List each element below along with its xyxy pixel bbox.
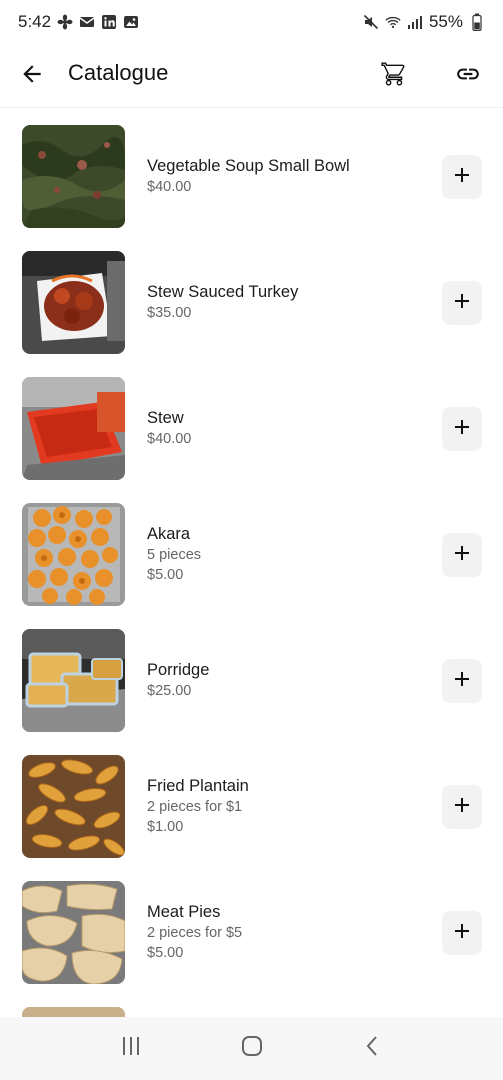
item-text: Stew $40.00 [147, 361, 417, 487]
nav-back-button[interactable] [353, 1029, 393, 1069]
item-name: Porridge [147, 661, 210, 679]
list-item[interactable]: Vegetable Soup Small Bowl $40.00 [0, 109, 503, 235]
item-thumbnail [22, 755, 125, 858]
item-name: Meat Pies [147, 903, 221, 921]
item-description: 2 pieces for $1 [147, 799, 243, 815]
plus-icon [453, 796, 471, 819]
list-item[interactable]: Akara 5 pieces $5.00 [0, 487, 503, 613]
signal-icon [407, 14, 423, 30]
item-name: Akara [147, 525, 191, 543]
catalogue-list[interactable]: Vegetable Soup Small Bowl $40.00 Stew Sa… [0, 109, 503, 1017]
mute-icon [363, 14, 379, 30]
item-description: 5 pieces [147, 547, 202, 563]
item-text: Meat Pies 2 pieces for $5 $5.00 [147, 865, 417, 991]
item-text: Vegetable Soup Small Bowl $40.00 [147, 109, 417, 235]
share-link-button[interactable] [450, 58, 486, 94]
item-price: $40.00 [147, 179, 192, 195]
item-price: $40.00 [147, 431, 192, 447]
status-left: 5:42 [18, 12, 139, 32]
item-name: Fried Plantain [147, 777, 249, 795]
mail-icon [79, 14, 95, 30]
wifi-icon [385, 14, 401, 30]
add-item-button[interactable] [442, 911, 482, 955]
plus-icon [453, 166, 471, 189]
system-nav-bar [0, 1017, 503, 1080]
status-time: 5:42 [18, 12, 52, 31]
list-item[interactable]: Stew $40.00 [0, 361, 503, 487]
list-item[interactable] [0, 991, 503, 1017]
app-bar: Catalogue [0, 44, 503, 108]
item-thumbnail [22, 125, 125, 228]
add-item-button[interactable] [442, 155, 482, 199]
add-item-button[interactable] [442, 659, 482, 703]
cart-button[interactable] [376, 58, 412, 94]
add-item-button[interactable] [442, 407, 482, 451]
status-bar: 5:42 55% [0, 0, 503, 44]
item-text: Stew Sauced Turkey $35.00 [147, 235, 417, 361]
item-thumbnail [22, 251, 125, 354]
add-item-button[interactable] [442, 533, 482, 577]
recent-apps-icon [119, 1034, 143, 1063]
item-thumbnail [22, 1007, 125, 1017]
battery-icon [469, 13, 485, 31]
item-thumbnail [22, 881, 125, 984]
add-item-button[interactable] [442, 785, 482, 829]
link-icon [455, 61, 481, 92]
plus-icon [453, 292, 471, 315]
recent-apps-button[interactable] [111, 1029, 151, 1069]
plus-icon [453, 670, 471, 693]
back-button[interactable] [14, 58, 50, 94]
list-item[interactable]: Meat Pies 2 pieces for $5 $5.00 [0, 865, 503, 991]
item-name: Stew Sauced Turkey [147, 283, 299, 301]
fan-icon [57, 14, 73, 30]
item-name: Vegetable Soup Small Bowl [147, 157, 350, 175]
item-thumbnail [22, 629, 125, 732]
status-battery-text: 55% [428, 12, 463, 31]
list-item[interactable]: Fried Plantain 2 pieces for $1 $1.00 [0, 739, 503, 865]
gallery-icon [123, 14, 139, 30]
item-price: $1.00 [147, 819, 184, 835]
item-price: $5.00 [147, 945, 184, 961]
plus-icon [453, 418, 471, 441]
item-text: Porridge $25.00 [147, 613, 417, 739]
back-arrow-icon [19, 61, 45, 92]
plus-icon [453, 544, 471, 567]
item-thumbnail [22, 377, 125, 480]
home-icon [240, 1034, 264, 1063]
item-text: Akara 5 pieces $5.00 [147, 487, 417, 613]
item-text: Fried Plantain 2 pieces for $1 $1.00 [147, 739, 417, 865]
list-item[interactable]: Porridge $25.00 [0, 613, 503, 739]
item-price: $25.00 [147, 683, 192, 699]
item-price: $5.00 [147, 567, 184, 583]
item-description: 2 pieces for $5 [147, 925, 243, 941]
list-item[interactable]: Stew Sauced Turkey $35.00 [0, 235, 503, 361]
linkedin-icon [101, 14, 117, 30]
add-item-button[interactable] [442, 281, 482, 325]
back-icon [361, 1034, 385, 1063]
status-right: 55% [363, 12, 485, 32]
item-name: Stew [147, 409, 184, 427]
cart-icon [381, 61, 407, 92]
home-button[interactable] [232, 1029, 272, 1069]
item-price: $35.00 [147, 305, 192, 321]
item-thumbnail [22, 503, 125, 606]
plus-icon [453, 922, 471, 945]
page-title: Catalogue [68, 60, 169, 85]
